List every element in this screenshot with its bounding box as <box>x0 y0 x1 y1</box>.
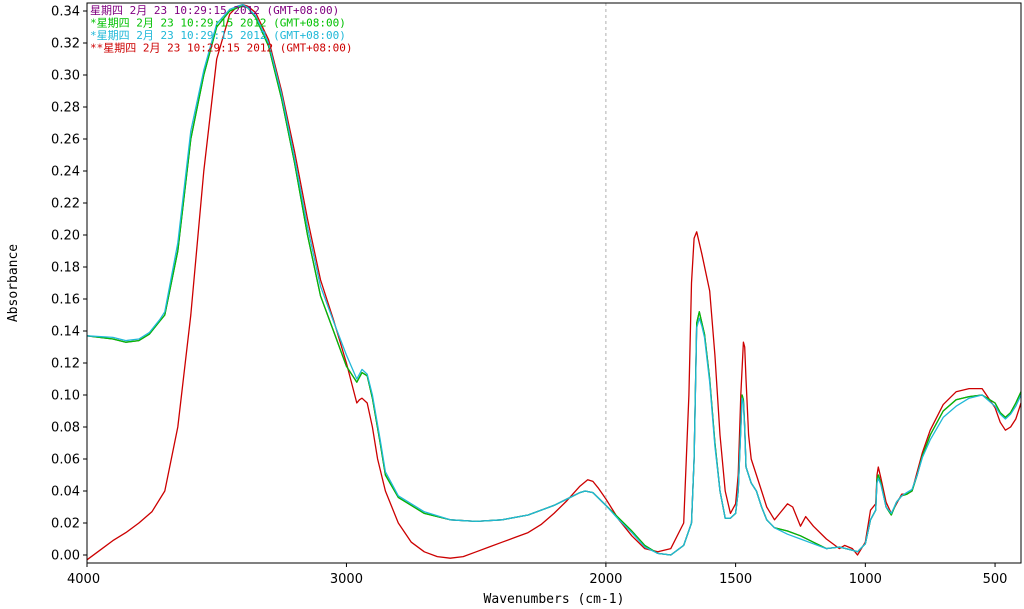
x-tick-label: 2000 <box>589 572 622 587</box>
y-tick-label: 0.34 <box>51 5 80 20</box>
x-axis-label: Wavenumbers (cm-1) <box>484 592 625 607</box>
y-tick-label: 0.18 <box>51 261 80 276</box>
x-tick-label: 500 <box>983 572 1008 587</box>
y-tick-label: 0.20 <box>51 229 80 244</box>
y-tick-label: 0.24 <box>51 165 80 180</box>
y-axis-label: Absorbance <box>6 244 21 322</box>
y-tick-label: 0.28 <box>51 101 80 116</box>
legend-entry: **星期四 2月 23 10:29:15 2012 (GMT+08:00) <box>90 42 353 55</box>
y-tick-label: 0.16 <box>51 293 80 308</box>
y-tick-label: 0.04 <box>51 485 80 500</box>
x-tick-label: 4000 <box>67 572 100 587</box>
ftir-spectrum-chart: 0.00 0.02 0.04 0.06 0.08 0.10 0.12 0.14 0.16 0.18… <box>0 0 1024 609</box>
y-tick-label: 0.22 <box>51 197 80 212</box>
y-tick-label: 0.32 <box>51 37 80 52</box>
y-tick-label: 0.26 <box>51 133 80 148</box>
y-tick-label: 0.06 <box>51 453 80 468</box>
y-tick-label: 0.00 <box>51 549 80 564</box>
legend-entry: *星期四 2月 23 10:29:15 2012 (GMT+08:00) <box>90 17 346 30</box>
y-tick-label: 0.12 <box>51 357 80 372</box>
y-tick-label: 0.10 <box>51 389 80 404</box>
legend: 星期四 2月 23 10:29:15 2012 (GMT+08:00)*星期四 … <box>90 4 353 55</box>
y-tick-label: 0.14 <box>51 325 80 340</box>
legend-entry: 星期四 2月 23 10:29:15 2012 (GMT+08:00) <box>90 4 339 17</box>
legend-entry: *星期四 2月 23 10:29:15 2012 (GMT+08:00) <box>90 29 346 42</box>
x-tick-label: 1500 <box>719 572 752 587</box>
y-tick-label: 0.30 <box>51 69 80 84</box>
x-tick-label: 3000 <box>330 572 363 587</box>
y-tick-label: 0.08 <box>51 421 80 436</box>
x-tick-label: 1000 <box>849 572 882 587</box>
y-tick-label: 0.02 <box>51 517 80 532</box>
